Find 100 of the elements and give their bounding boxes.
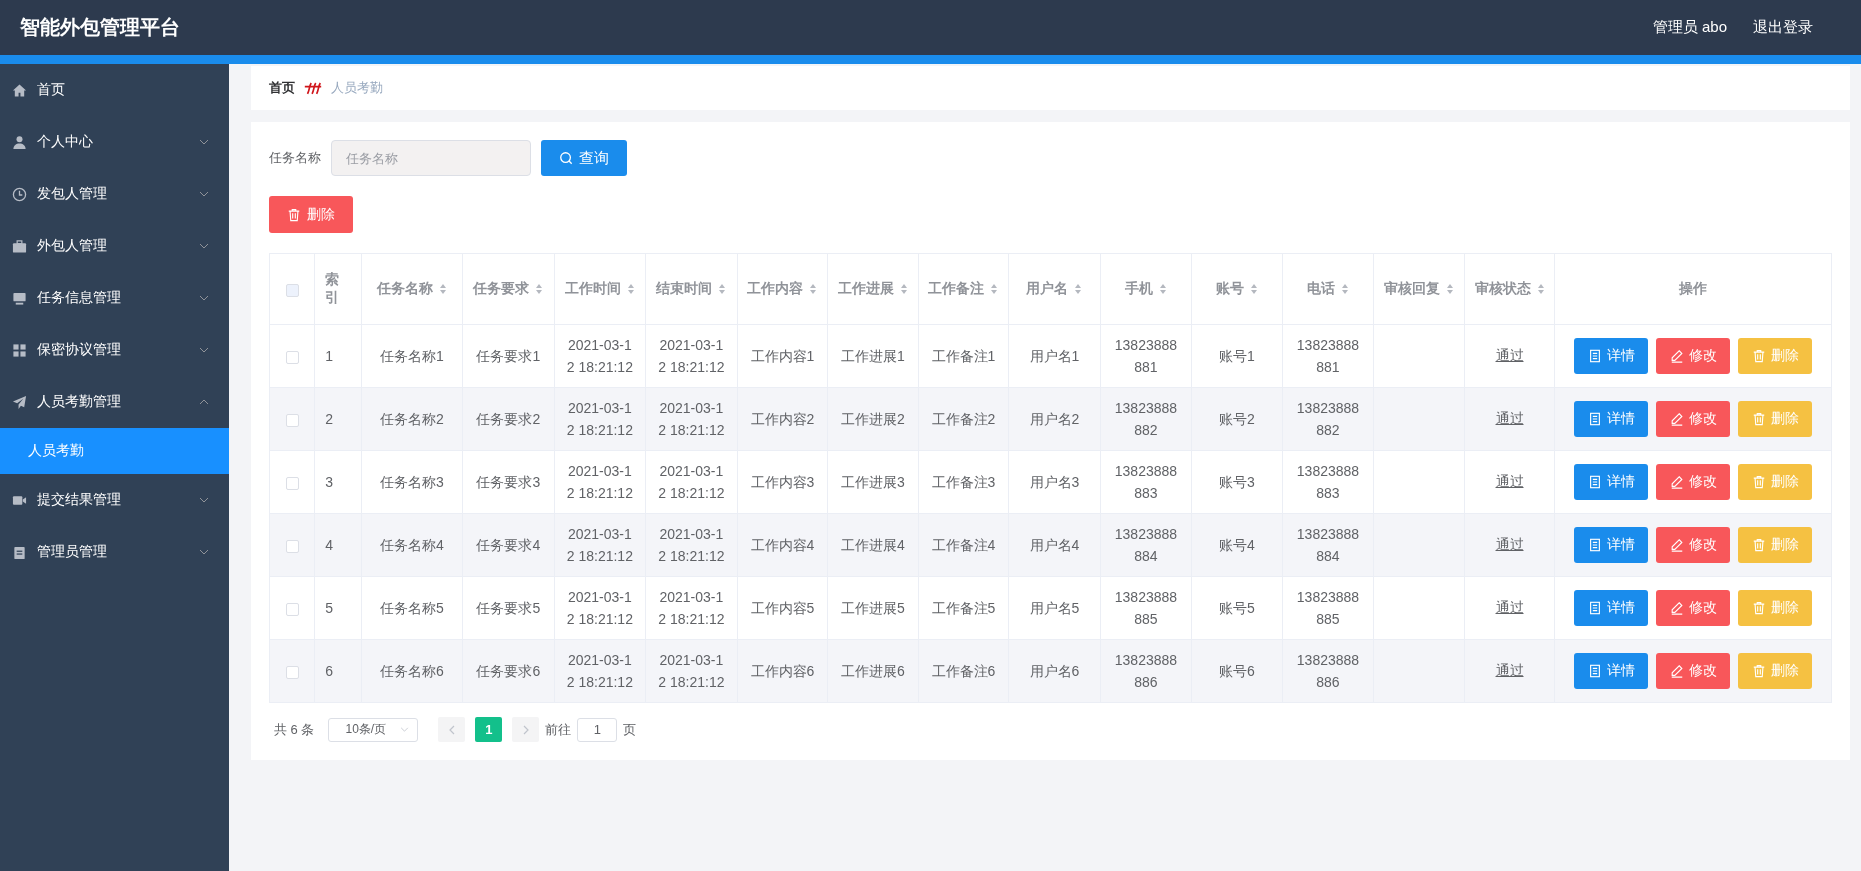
table-cell-text: 2021-03-12 18:21:12 xyxy=(566,462,634,503)
column-header[interactable]: 索引 xyxy=(314,253,361,325)
status-link[interactable]: 通过 xyxy=(1495,599,1524,615)
edit-button[interactable]: 修改 xyxy=(1656,527,1731,563)
sort-icon[interactable] xyxy=(1536,283,1545,295)
sort-icon[interactable] xyxy=(1446,283,1454,295)
column-header[interactable]: 任务要求 xyxy=(462,253,555,325)
breadcrumb-current: 人员考勤 xyxy=(331,79,383,97)
column-header[interactable]: 结束时间 xyxy=(645,253,738,325)
sidebar-item[interactable]: 外包人管理 xyxy=(0,220,229,272)
column-header[interactable]: 工作备注 xyxy=(918,253,1009,325)
table-cell-text: 13823888882 xyxy=(1113,399,1179,440)
row-checkbox[interactable] xyxy=(285,476,299,490)
detail-button[interactable]: 详情 xyxy=(1574,653,1649,689)
sidebar-item[interactable]: 提交结果管理 xyxy=(0,474,229,526)
status-link[interactable]: 通过 xyxy=(1495,473,1524,489)
sort-icon[interactable] xyxy=(899,283,908,295)
edit-button[interactable]: 修改 xyxy=(1656,338,1731,374)
logout-link[interactable]: 退出登录 xyxy=(1753,18,1813,37)
row-checkbox[interactable] xyxy=(285,665,299,679)
column-header[interactable]: 用户名 xyxy=(1008,253,1101,325)
edit-button[interactable]: 修改 xyxy=(1656,401,1731,437)
edit-button[interactable]: 修改 xyxy=(1656,590,1731,626)
table-cell-text: 2021-03-12 18:21:12 xyxy=(657,525,725,566)
sidebar-item[interactable]: 保密协议管理 xyxy=(0,324,229,376)
table-cell-text: 工作进展1 xyxy=(841,347,905,366)
detail-button[interactable]: 详情 xyxy=(1574,401,1649,437)
sidebar-item[interactable]: 管理员管理 xyxy=(0,526,229,578)
total-count: 共 6 条 xyxy=(274,720,315,739)
sort-icon[interactable] xyxy=(718,283,727,295)
delete-button[interactable]: 删除 xyxy=(1738,401,1813,437)
sort-icon[interactable] xyxy=(1158,283,1167,295)
sort-icon[interactable] xyxy=(1341,283,1349,295)
table-cell-text: 任务要求4 xyxy=(476,536,541,555)
column-header[interactable]: 审核回复 xyxy=(1373,253,1465,325)
row-checkbox[interactable] xyxy=(285,539,299,553)
sort-icon[interactable] xyxy=(1074,283,1083,295)
sidebar-item[interactable]: 个人中心 xyxy=(0,116,229,168)
detail-button[interactable]: 详情 xyxy=(1574,527,1649,563)
table-cell-text: 2021-03-12 18:21:12 xyxy=(566,399,634,440)
delete-button[interactable]: 删除 xyxy=(1738,653,1813,689)
chevron-right-icon xyxy=(522,724,529,735)
page-number-field[interactable]: 1 xyxy=(577,717,618,742)
detail-button[interactable]: 详情 xyxy=(1574,338,1649,374)
sidebar-item[interactable]: 发包人管理 xyxy=(0,168,229,220)
column-header[interactable]: 手机 xyxy=(1100,253,1192,325)
sidebar-item[interactable]: 人员考勤管理 xyxy=(0,376,229,428)
detail-button[interactable]: 详情 xyxy=(1574,590,1649,626)
sort-icon[interactable] xyxy=(990,283,999,295)
sort-icon[interactable] xyxy=(1249,283,1258,295)
status-link[interactable]: 通过 xyxy=(1495,410,1524,426)
trash-icon xyxy=(287,207,301,222)
sort-icon[interactable] xyxy=(535,283,544,295)
delete-button[interactable]: 删除 xyxy=(269,196,353,233)
delete-button[interactable]: 删除 xyxy=(1738,464,1813,500)
sidebar-item[interactable]: 首页 xyxy=(0,64,229,116)
sidebar-subitem[interactable]: 人员考勤 xyxy=(0,428,229,474)
status-link[interactable]: 通过 xyxy=(1495,347,1524,363)
status-link[interactable]: 通过 xyxy=(1495,536,1524,552)
detail-button[interactable]: 详情 xyxy=(1574,464,1649,500)
column-header[interactable]: 审核状态 xyxy=(1464,253,1555,325)
previous-page-button[interactable] xyxy=(438,717,466,742)
row-checkbox[interactable] xyxy=(285,413,299,427)
breadcrumb-link[interactable]: 首页 xyxy=(269,79,295,97)
column-header[interactable]: 工作时间 xyxy=(554,253,646,325)
status-link[interactable]: 通过 xyxy=(1495,662,1524,678)
sort-icon[interactable] xyxy=(809,283,818,295)
select-all-checkbox[interactable] xyxy=(285,283,299,297)
column-header[interactable]: 工作内容 xyxy=(737,253,828,325)
page-button[interactable]: 1 xyxy=(475,717,503,742)
sidebar-item[interactable]: 任务信息管理 xyxy=(0,272,229,324)
delete-button[interactable]: 删除 xyxy=(1738,527,1813,563)
delete-button[interactable]: 删除 xyxy=(1738,590,1813,626)
table-cell-text: 2021-03-12 18:21:12 xyxy=(566,525,634,566)
search-button[interactable]: 查询 xyxy=(541,140,627,176)
table-cell-text: 任务名称2 xyxy=(379,410,444,429)
page-size-select[interactable]: 10条/页 xyxy=(328,717,419,742)
column-header[interactable]: 任务名称 xyxy=(361,253,463,325)
column-header[interactable]: 工作进展 xyxy=(827,253,919,325)
table-cell-text: 2021-03-12 18:21:12 xyxy=(566,336,634,377)
edit-button[interactable]: 修改 xyxy=(1656,464,1731,500)
column-header[interactable]: 电话 xyxy=(1282,253,1374,325)
search-label: 任务名称 xyxy=(269,149,321,167)
sort-icon[interactable] xyxy=(438,283,447,295)
pencil-icon xyxy=(1669,475,1684,489)
table-cell-text: 任务名称6 xyxy=(379,662,444,681)
sort-icon[interactable] xyxy=(626,283,635,295)
search-field[interactable]: 任务名称 xyxy=(331,140,531,176)
row-checkbox[interactable] xyxy=(285,602,299,616)
edit-button[interactable]: 修改 xyxy=(1656,653,1731,689)
table-cell-text: 用户名2 xyxy=(1029,410,1080,429)
table-cell-text: 13823888883 xyxy=(1295,462,1361,503)
document-icon xyxy=(1587,475,1602,489)
table-cell-text: 6 xyxy=(325,662,334,681)
column-header[interactable]: 操作 xyxy=(1554,253,1832,325)
delete-button[interactable]: 删除 xyxy=(1738,338,1813,374)
next-page-button[interactable] xyxy=(512,717,540,742)
table-cell-text: 工作进展2 xyxy=(841,410,905,429)
column-header[interactable]: 账号 xyxy=(1191,253,1283,325)
row-checkbox[interactable] xyxy=(285,350,299,364)
